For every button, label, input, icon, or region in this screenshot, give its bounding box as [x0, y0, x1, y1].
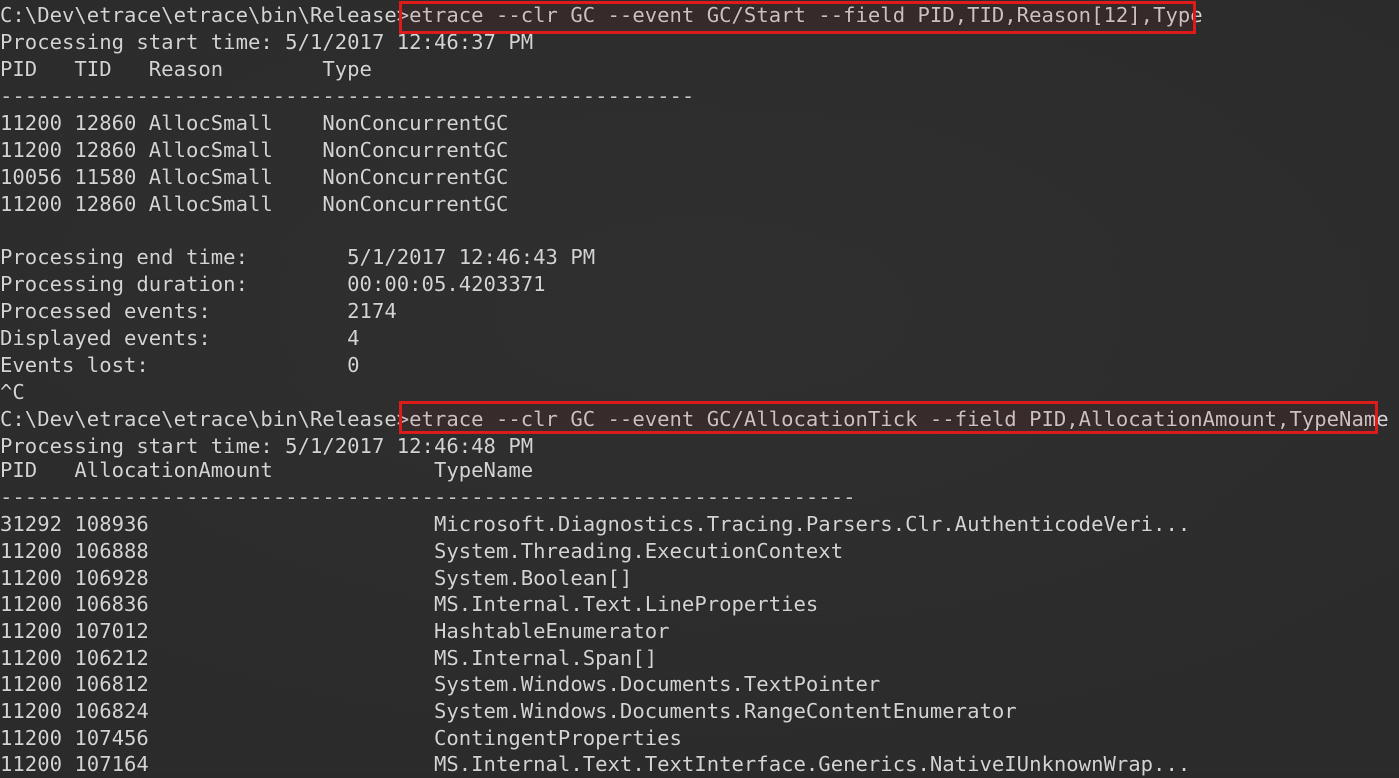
- prompt-line-1: C:\Dev\etrace\etrace\bin\Release>etrace …: [0, 2, 1203, 29]
- summary-row-events-lost: Events lost: 0: [0, 353, 360, 377]
- table-separator-2: ----------------------------------------…: [0, 485, 856, 509]
- command-text-1: etrace --clr GC --event GC/Start --field…: [409, 3, 1203, 27]
- table-row: 11200 12860 AllocSmall NonConcurrentGC: [0, 111, 509, 135]
- table-header-1: PID TID Reason Type: [0, 57, 372, 81]
- table-row: 11200 107456 ContingentProperties: [0, 726, 682, 750]
- start-time-line-2: Processing start time: 5/1/2017 12:46:48…: [0, 434, 534, 458]
- interrupt-marker: ^C: [0, 380, 25, 404]
- summary-row-processed-events: Processed events: 2174: [0, 299, 397, 323]
- table-row: 11200 107012 HashtableEnumerator: [0, 619, 670, 643]
- table-header-2: PID AllocationAmount TypeName: [0, 458, 534, 482]
- table-row: 11200 12860 AllocSmall NonConcurrentGC: [0, 138, 509, 162]
- table-row: 11200 106928 System.Boolean[]: [0, 566, 633, 590]
- table-row: 11200 106812 System.Windows.Documents.Te…: [0, 672, 881, 696]
- summary-row-displayed-events: Displayed events: 4: [0, 326, 360, 350]
- table-row: 11200 12860 AllocSmall NonConcurrentGC: [0, 192, 509, 216]
- table-row: 11200 106836 MS.Internal.Text.LineProper…: [0, 592, 819, 616]
- table-row: 11200 106888 System.Threading.ExecutionC…: [0, 539, 844, 563]
- table-row: 11200 106824 System.Windows.Documents.Ra…: [0, 699, 1017, 723]
- command-text-2: etrace --clr GC --event GC/AllocationTic…: [409, 407, 1389, 431]
- table-row: 10056 11580 AllocSmall NonConcurrentGC: [0, 165, 509, 189]
- summary-row-end-time: Processing end time: 5/1/2017 12:46:43 P…: [0, 245, 596, 269]
- prompt-path-2: C:\Dev\etrace\etrace\bin\Release>: [0, 407, 410, 431]
- table-separator-1: ----------------------------------------…: [0, 84, 695, 108]
- table-row: 11200 106212 MS.Internal.Span[]: [0, 646, 658, 670]
- prompt-line-2: C:\Dev\etrace\etrace\bin\Release>etrace …: [0, 406, 1389, 433]
- summary-row-duration: Processing duration: 00:00:05.4203371: [0, 272, 546, 296]
- table-row: 31292 108936 Microsoft.Diagnostics.Traci…: [0, 512, 1191, 536]
- start-time-line-1: Processing start time: 5/1/2017 12:46:37…: [0, 30, 534, 54]
- terminal-console[interactable]: C:\Dev\etrace\etrace\bin\Release>etrace …: [0, 0, 1399, 776]
- prompt-path-1: C:\Dev\etrace\etrace\bin\Release>: [0, 3, 410, 27]
